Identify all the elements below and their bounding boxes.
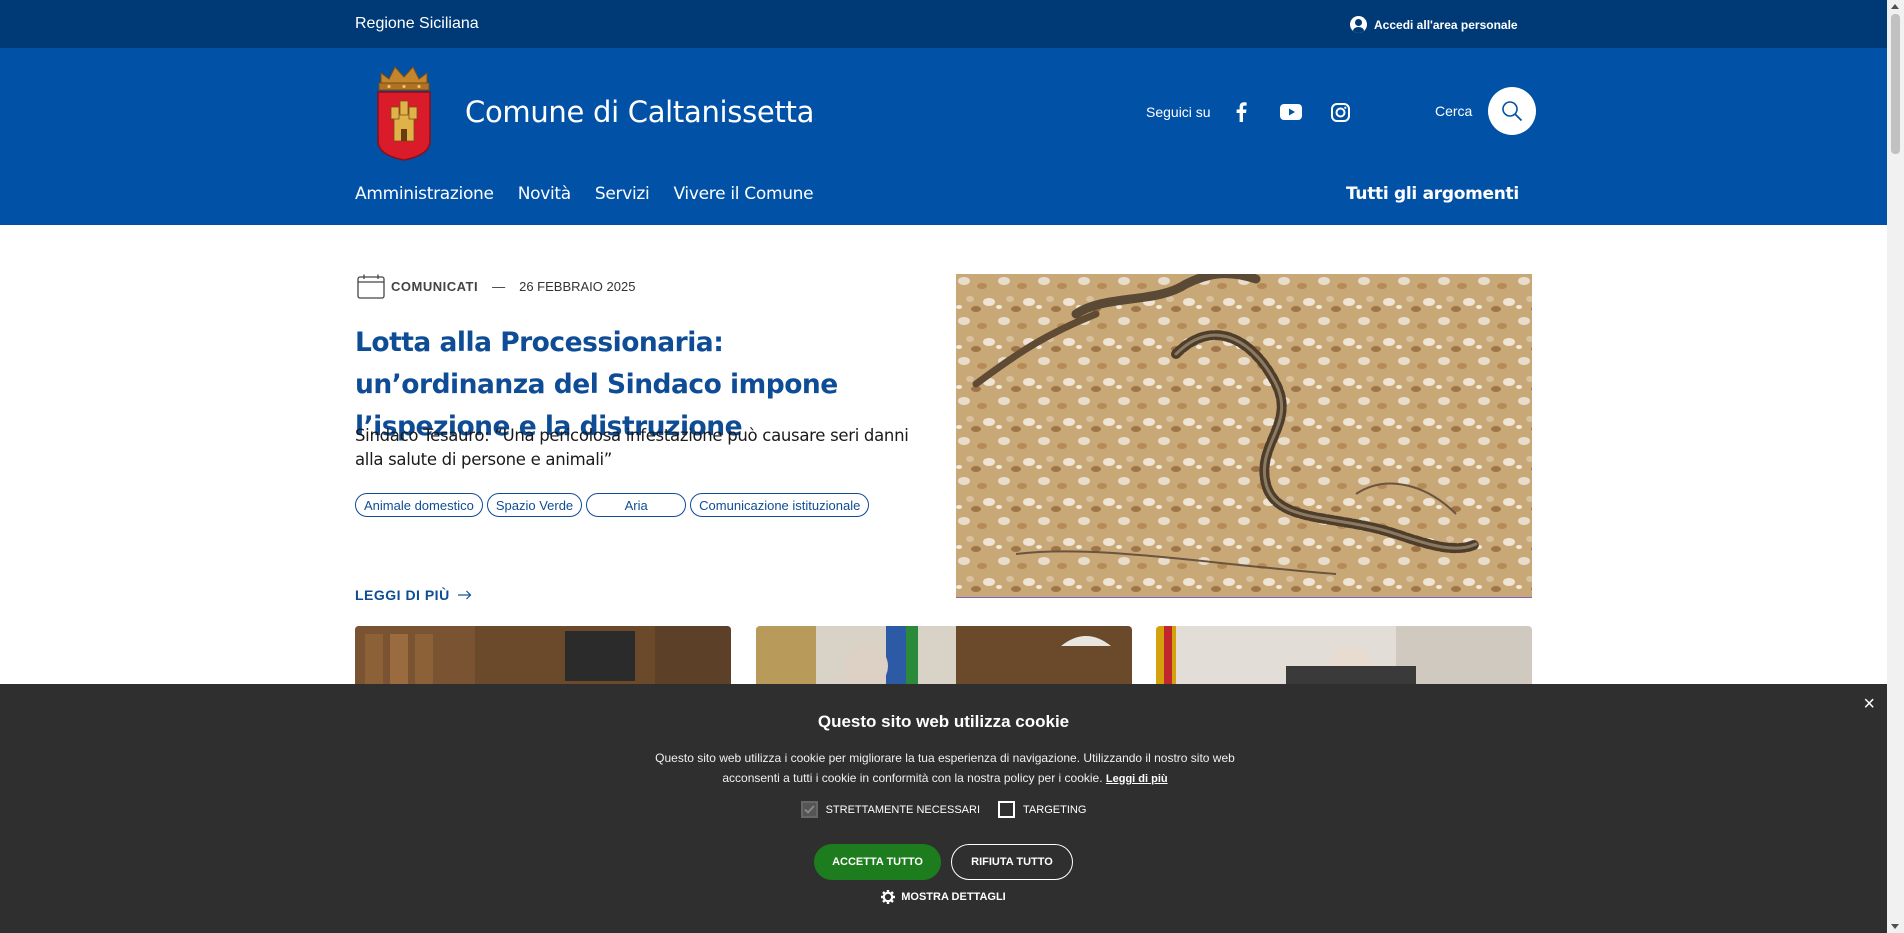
scroll-up-arrow-icon[interactable] (1891, 4, 1899, 9)
nav-item-servizi[interactable]: Servizi (595, 184, 650, 204)
site-name: Comune di Caltanissetta (465, 95, 815, 129)
read-more-label: LEGGI DI PIÙ (355, 587, 450, 603)
search-area: Cerca (1435, 87, 1537, 135)
read-more-link[interactable]: LEGGI DI PIÙ (355, 587, 472, 603)
news-card-image[interactable] (355, 626, 731, 686)
check-necessary: STRETTAMENTE NECESSARI (800, 801, 981, 818)
follow-label: Seguici su (1146, 104, 1211, 120)
youtube-icon[interactable] (1279, 100, 1303, 124)
reject-all-button[interactable]: RIFIUTA TUTTO (951, 844, 1073, 880)
nav-item-novita[interactable]: Novità (518, 184, 571, 204)
calendar-icon (357, 274, 385, 299)
cookie-checks: STRETTAMENTE NECESSARI TARGETING (0, 801, 1887, 818)
check-targeting[interactable]: TARGETING (998, 801, 1086, 818)
meta-separator: — (492, 279, 506, 294)
slim-header: Regione Siciliana Accedi all'area person… (0, 0, 1887, 48)
search-button[interactable] (1488, 87, 1537, 135)
show-details-label: MOSTRA DETTAGLI (901, 891, 1006, 903)
search-label: Cerca (1435, 103, 1473, 119)
search-icon (1502, 101, 1523, 122)
user-icon (1350, 16, 1367, 33)
news-image[interactable] (956, 274, 1532, 598)
cookie-banner: × Questo sito web utilizza cookie Questo… (0, 684, 1887, 933)
scrollbar-thumb[interactable] (1891, 14, 1900, 154)
check-targeting-label: TARGETING (1023, 803, 1087, 816)
check-necessary-label: STRETTAMENTE NECESSARI (825, 803, 981, 816)
tag-chip[interactable]: Spazio Verde (486, 493, 583, 517)
page-scrollbar[interactable] (1887, 0, 1904, 933)
tag-list: Animale domestico Spazio Verde Aria Comu… (355, 493, 870, 517)
region-link[interactable]: Regione Siciliana (355, 15, 479, 33)
main-header: Comune di Caltanissetta Seguici su Cerca… (0, 48, 1887, 225)
gear-icon (881, 890, 896, 904)
cookie-policy-link[interactable]: Leggi di più (1106, 773, 1168, 785)
main-nav: Amministrazione Novità Servizi Vivere il… (355, 184, 814, 204)
news-card-image[interactable] (1156, 626, 1532, 686)
brand-link[interactable]: Comune di Caltanissetta (373, 63, 814, 161)
tag-chip[interactable]: Comunicazione istituzionale (690, 493, 870, 517)
checkmark-icon (803, 805, 815, 814)
news-card-image[interactable] (756, 626, 1132, 686)
login-label: Accedi all'area personale (1374, 17, 1518, 32)
checkbox-necessary (800, 801, 818, 818)
tag-chip[interactable]: Animale domestico (355, 493, 483, 517)
news-date: 26 FEBBRAIO 2025 (519, 279, 636, 294)
city-crest-logo (373, 63, 435, 161)
nav-item-amministrazione[interactable]: Amministrazione (355, 184, 494, 204)
cookie-body: Questo sito web utilizza i cookie per mi… (640, 748, 1250, 789)
news-category[interactable]: COMUNICATI (391, 279, 478, 294)
accept-all-button[interactable]: ACCETTA TUTTO (814, 844, 941, 880)
instagram-icon[interactable] (1329, 100, 1353, 124)
facebook-icon[interactable] (1229, 100, 1253, 124)
news-subtitle: Sindaco Tesauro: “Una pericolosa infesta… (355, 426, 909, 469)
social-bar: Seguici su (1146, 100, 1379, 124)
login-link[interactable]: Accedi all'area personale (1350, 16, 1518, 33)
arrow-right-icon (457, 590, 472, 600)
scroll-down-arrow-icon[interactable] (1891, 924, 1899, 929)
checkbox-targeting[interactable] (998, 801, 1016, 818)
nav-item-vivere[interactable]: Vivere il Comune (673, 184, 813, 204)
cookie-title: Questo sito web utilizza cookie (817, 712, 1070, 731)
nav-item-argomenti[interactable]: Tutti gli argomenti (1346, 184, 1519, 204)
show-details-link[interactable]: MOSTRA DETTAGLI (0, 890, 1887, 904)
cookie-close-button[interactable]: × (1863, 694, 1875, 714)
news-meta: COMUNICATI — 26 FEBBRAIO 2025 (357, 274, 635, 299)
cookie-buttons: ACCETTA TUTTO RIFIUTA TUTTO (0, 844, 1887, 880)
tag-chip[interactable]: Aria (586, 493, 687, 517)
